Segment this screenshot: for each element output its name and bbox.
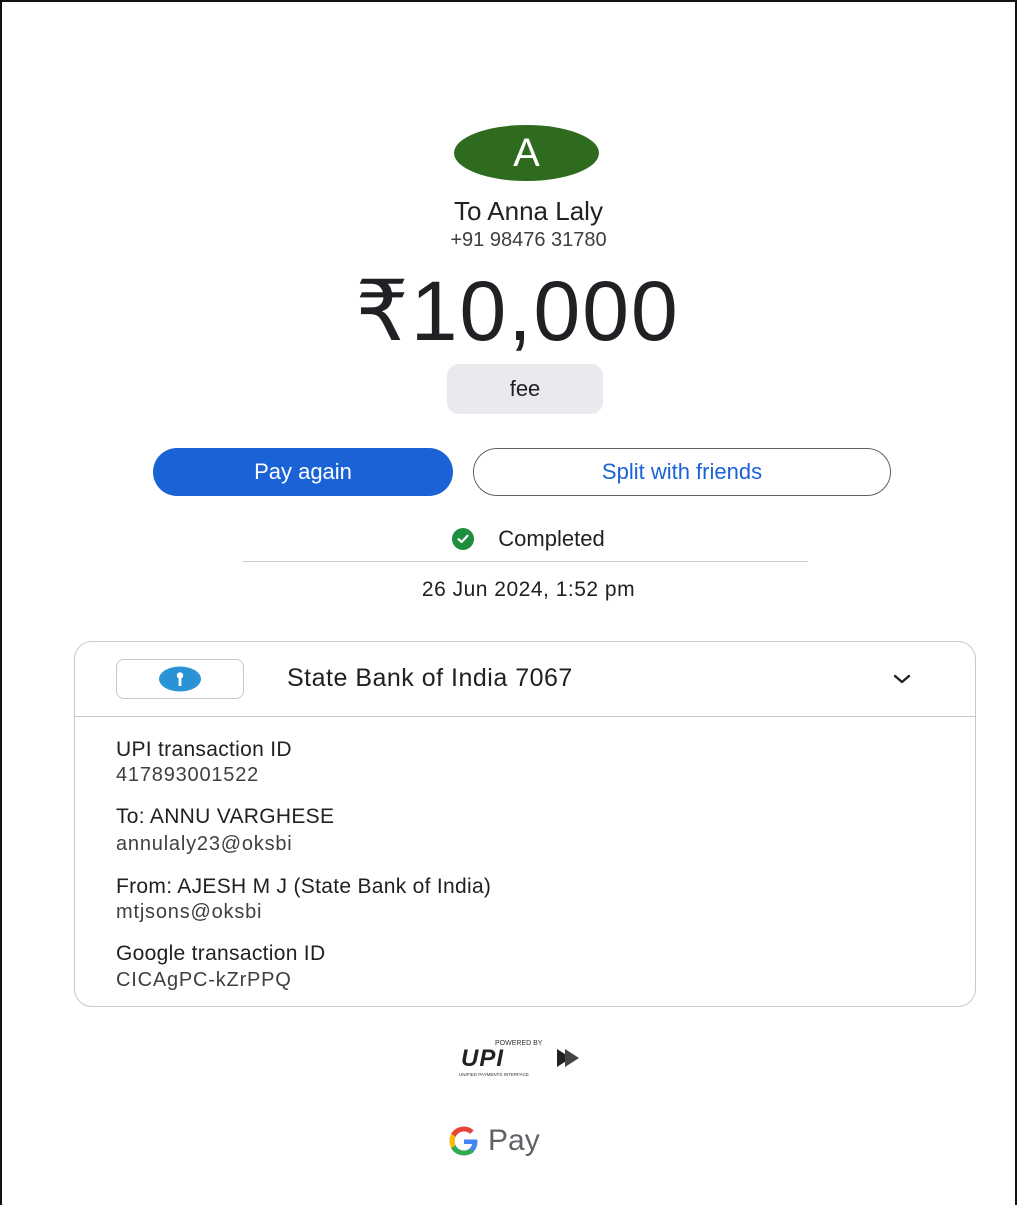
transaction-details-card: State Bank of India 7067 UPI transaction… (74, 641, 976, 1007)
avatar: A (454, 125, 599, 181)
payment-note-chip: fee (447, 364, 603, 414)
recipient-phone: +91 98476 31780 (450, 229, 607, 251)
split-with-friends-button[interactable]: Split with friends (473, 448, 891, 496)
from-account-label: From: AJESH M J (State Bank of India) (116, 875, 492, 898)
sbi-logo-icon (159, 666, 201, 692)
status-divider (243, 561, 808, 562)
google-pay-logo: Pay (446, 1123, 540, 1159)
bank-account-header[interactable]: State Bank of India 7067 (75, 642, 975, 717)
google-g-icon (449, 1126, 478, 1156)
google-transaction-id-value: CICAgPC-kZrPPQ (116, 969, 292, 991)
bank-account-name: State Bank of India 7067 (287, 664, 573, 692)
upi-logo-text: UPI (461, 1045, 504, 1072)
transaction-datetime: 26 Jun 2024, 1:52 pm (421, 578, 636, 601)
status-row: Completed (0, 526, 1035, 552)
upi-logo: POWERED BY UPI UNIFIED PAYMENTS INTERFAC… (453, 1036, 593, 1078)
google-pay-text: Pay (488, 1124, 540, 1157)
upi-transaction-id-value: 417893001522 (116, 764, 260, 786)
payment-amount: ₹10,000 (355, 264, 680, 358)
screenshot-frame (0, 0, 1017, 1205)
from-account-value: mtjsons@oksbi (116, 901, 263, 923)
to-account-label: To: ANNU VARGHESE (116, 805, 335, 828)
upi-transaction-id-label: UPI transaction ID (116, 738, 292, 761)
chevron-down-icon[interactable] (887, 664, 917, 694)
bank-logo (116, 659, 244, 699)
pay-again-button[interactable]: Pay again (153, 448, 453, 496)
recipient-name: To Anna Laly (454, 196, 603, 226)
to-account-value: annulaly23@oksbi (116, 833, 293, 855)
upi-subtext: UNIFIED PAYMENTS INTERFACE (459, 1072, 529, 1077)
check-circle-icon (452, 528, 475, 550)
status-text: Completed (498, 526, 605, 551)
google-transaction-id-label: Google transaction ID (116, 942, 326, 965)
